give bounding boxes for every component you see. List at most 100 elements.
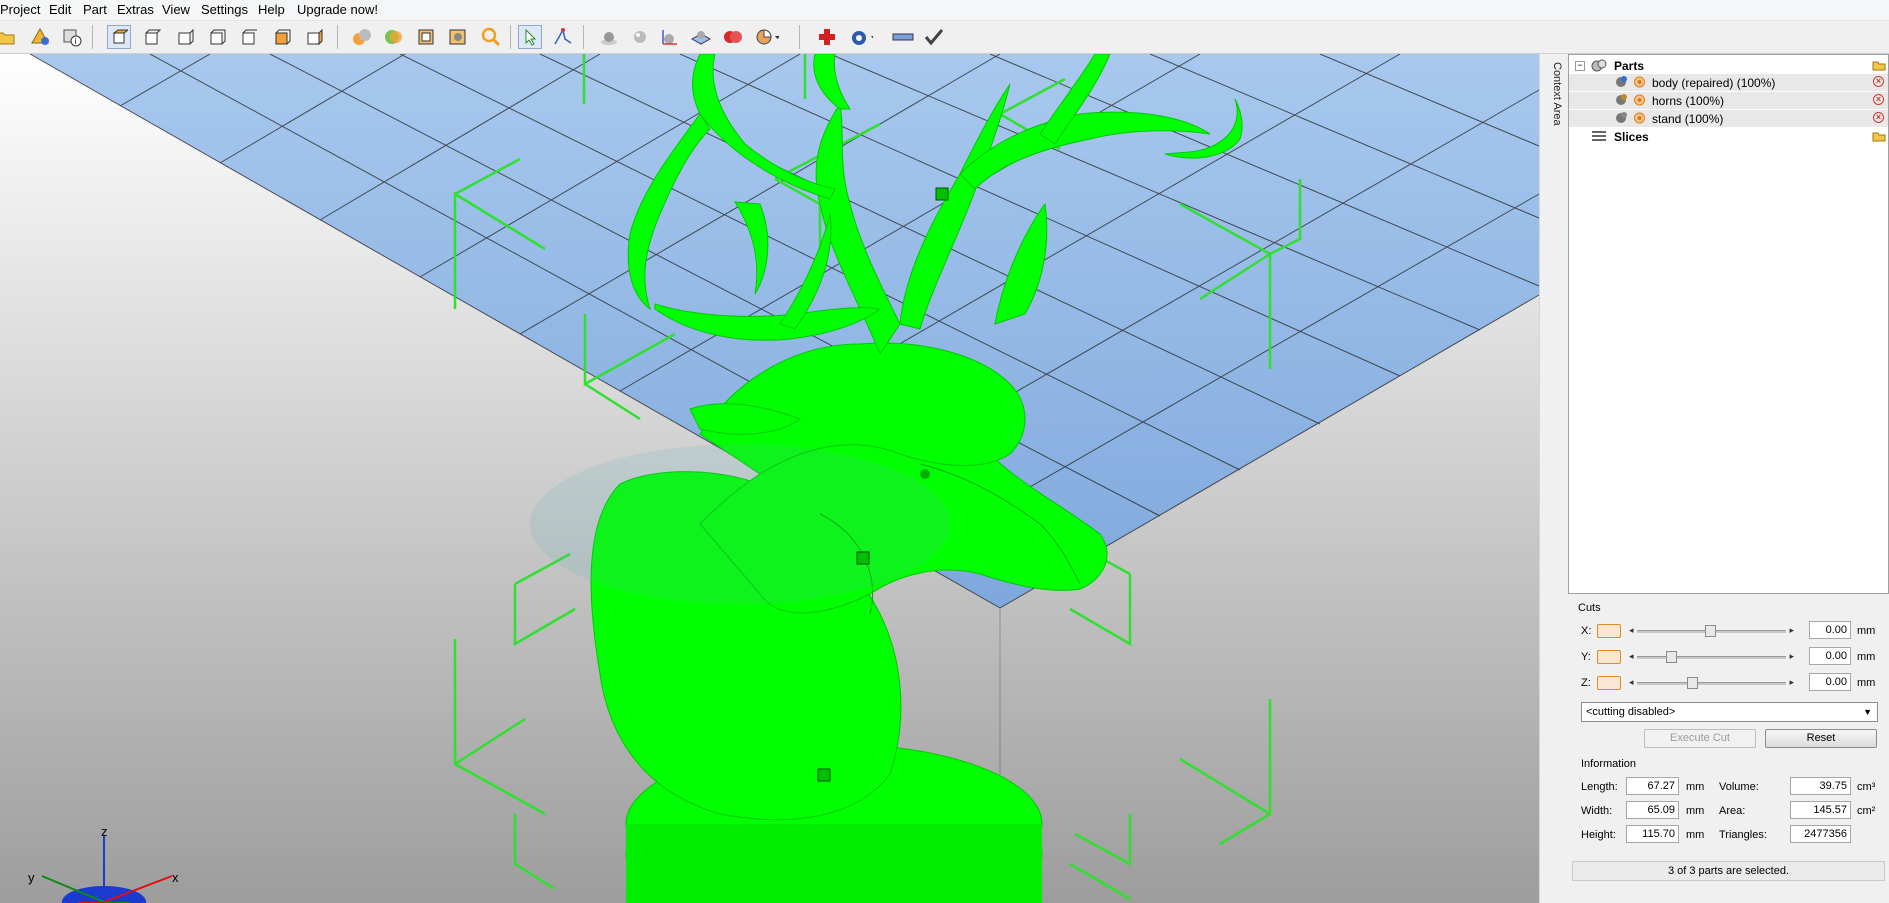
volume-label: Volume: [1719, 781, 1759, 793]
width-label: Width: [1581, 805, 1613, 817]
view-front-icon[interactable] [140, 25, 164, 49]
tree-item-part[interactable]: horns (100%) × [1569, 92, 1888, 109]
height-unit: mm [1686, 829, 1705, 841]
tree-parts-label: Parts [1614, 59, 1645, 73]
height-label: Height: [1581, 829, 1616, 841]
repair-menu-icon[interactable] [849, 25, 873, 49]
collapse-icon[interactable]: − [1575, 61, 1585, 71]
menu-part[interactable]: Part [83, 2, 107, 17]
add-repair-icon[interactable] [815, 25, 839, 49]
view-right-icon[interactable] [237, 25, 261, 49]
menu-project[interactable]: Project [0, 2, 40, 17]
execute-cut-button[interactable]: Execute Cut [1644, 729, 1756, 748]
menu-bar: Project Edit Part Extras View Settings H… [0, 0, 1889, 21]
cut-z-color[interactable] [1597, 676, 1621, 690]
axis-label-z: z [101, 824, 108, 839]
cut-x-slider[interactable]: ◂ ▸ [1629, 625, 1794, 637]
cut-mode-dropdown[interactable]: <cutting disabled> ▼ [1581, 702, 1878, 722]
platform-icon[interactable] [689, 25, 713, 49]
cut-z-label: Z: [1581, 677, 1591, 689]
parts-tree: − Parts body (repaired) (100%) × horns (… [1568, 54, 1889, 594]
view-top-icon[interactable] [270, 25, 294, 49]
slider-right-arrow-icon[interactable]: ▸ [1789, 651, 1794, 662]
volume-unit: cm³ [1857, 781, 1876, 793]
view-left-icon[interactable] [205, 25, 229, 49]
wireframe-shading-icon[interactable] [382, 25, 406, 49]
visibility-eye-icon[interactable] [1633, 112, 1646, 127]
shading-icon[interactable] [350, 25, 374, 49]
cut-mode-value: <cutting disabled> [1586, 706, 1676, 718]
pie-view-icon[interactable] [755, 25, 779, 49]
parts-group-icon [1591, 58, 1607, 75]
open-part-icon[interactable] [1872, 58, 1886, 74]
axis-gizmo: z x y [22, 824, 192, 903]
part-info-icon[interactable]: i [60, 25, 84, 49]
open-project-icon[interactable] [0, 25, 18, 49]
sphere-tool-icon[interactable] [597, 25, 621, 49]
length-unit: mm [1686, 781, 1705, 793]
view-back-icon[interactable] [173, 25, 197, 49]
view-bottom-icon[interactable] [302, 25, 326, 49]
chevron-down-icon[interactable]: ▼ [1863, 707, 1872, 717]
tree-item-slices[interactable]: Slices [1569, 128, 1888, 145]
remove-part-icon[interactable]: × [1873, 112, 1884, 123]
menu-view[interactable]: View [162, 2, 190, 17]
menu-upgrade[interactable]: Upgrade now! [297, 2, 378, 17]
part-color-icon [1615, 75, 1629, 91]
coordinate-tool-icon[interactable] [657, 25, 681, 49]
cut-y-value[interactable]: 0.00 [1809, 647, 1851, 665]
cut-y-slider[interactable]: ◂ ▸ [1629, 651, 1794, 663]
tree-slices-label: Slices [1614, 130, 1649, 144]
measure-tool-icon[interactable] [551, 25, 575, 49]
slider-thumb[interactable] [1704, 625, 1716, 637]
tree-item-part[interactable]: body (repaired) (100%) × [1569, 74, 1888, 91]
menu-edit[interactable]: Edit [49, 2, 71, 17]
menu-help[interactable]: Help [258, 2, 285, 17]
volume-value: 39.75 [1790, 777, 1851, 795]
view-perspective-icon[interactable] [107, 25, 131, 49]
select-tool-icon[interactable] [518, 25, 542, 49]
edge-display-icon[interactable] [446, 25, 470, 49]
context-area-tab[interactable]: Context Area [1550, 58, 1568, 138]
cut-x-unit: mm [1857, 625, 1876, 637]
area-label: Area: [1719, 805, 1746, 817]
slider-right-arrow-icon[interactable]: ▸ [1789, 677, 1794, 688]
axis-label-y: y [28, 870, 35, 885]
apply-checkmark-icon[interactable] [922, 25, 946, 49]
open-slice-icon[interactable] [1872, 129, 1886, 145]
selection-sphere [530, 444, 950, 604]
tree-item-part[interactable]: stand (100%) × [1569, 110, 1888, 127]
zoom-icon[interactable] [479, 25, 503, 49]
height-value: 115.70 [1626, 825, 1679, 843]
menu-settings[interactable]: Settings [201, 2, 248, 17]
slider-right-arrow-icon[interactable]: ▸ [1789, 625, 1794, 636]
cut-z-unit: mm [1857, 677, 1876, 689]
tree-item-parts[interactable]: − Parts [1569, 57, 1888, 74]
transparency-icon[interactable] [414, 25, 438, 49]
visibility-eye-icon[interactable] [1633, 76, 1646, 91]
cut-x-color[interactable] [1597, 624, 1621, 638]
visibility-eye-icon[interactable] [1633, 94, 1646, 109]
cut-z-value[interactable]: 0.00 [1809, 673, 1851, 691]
slider-thumb[interactable] [1665, 651, 1677, 663]
remove-part-icon[interactable]: × [1873, 76, 1884, 87]
reset-button[interactable]: Reset [1765, 729, 1877, 748]
panel-splitter[interactable] [1539, 54, 1550, 903]
add-part-icon[interactable] [29, 25, 53, 49]
menu-extras[interactable]: Extras [117, 2, 154, 17]
slider-left-arrow-icon[interactable]: ◂ [1629, 651, 1634, 662]
cut-y-color[interactable] [1597, 650, 1621, 664]
cuts-title: Cuts [1578, 602, 1601, 614]
slider-thumb[interactable] [1686, 677, 1698, 689]
light-tool-icon[interactable] [628, 25, 652, 49]
area-value: 145.57 [1790, 801, 1851, 819]
slider-left-arrow-icon[interactable]: ◂ [1629, 677, 1634, 688]
slider-left-arrow-icon[interactable]: ◂ [1629, 625, 1634, 636]
slices-icon [1591, 130, 1607, 146]
cut-z-slider[interactable]: ◂ ▸ [1629, 677, 1794, 689]
colors-icon[interactable] [721, 25, 745, 49]
ruler-icon[interactable] [891, 25, 915, 49]
3d-viewport[interactable]: z x y [0, 54, 1539, 903]
cut-x-value[interactable]: 0.00 [1809, 621, 1851, 639]
remove-part-icon[interactable]: × [1873, 94, 1884, 105]
